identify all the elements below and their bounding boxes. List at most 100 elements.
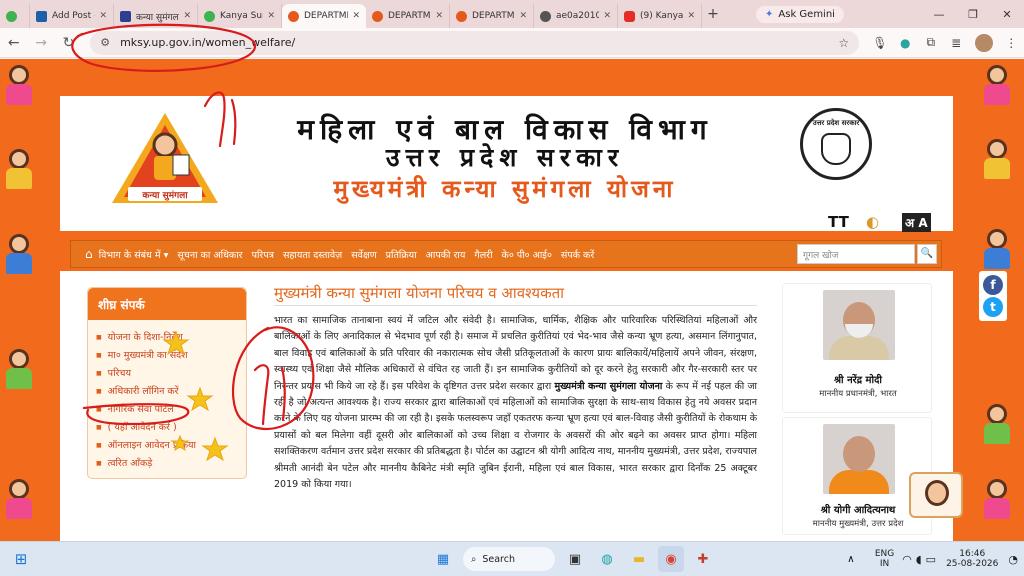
notification-bell-icon[interactable]: ◔ — [1008, 553, 1018, 566]
cm-photo — [823, 424, 895, 494]
tab-2[interactable]: कन्या सुमंगला ✕ — [114, 4, 198, 28]
link-cm-message[interactable]: मा० मुख्यमंत्री का संदेश — [96, 348, 238, 361]
widgets-icon[interactable]: ▦ — [430, 546, 456, 572]
home-icon[interactable]: ⌂ — [85, 247, 93, 261]
pm-photo — [823, 290, 895, 360]
tab-6[interactable]: DEPARTMENT ✕ — [450, 4, 534, 28]
tab-label: ae0a201052 — [556, 11, 599, 21]
close-icon[interactable]: ✕ — [352, 11, 360, 21]
twitter-icon[interactable]: t — [983, 297, 1003, 317]
ask-gemini-button[interactable]: ✦ Ask Gemini — [756, 5, 844, 23]
pm-name: श्री नरेंद्र मोदी — [833, 375, 883, 386]
site-header: कन्या सुमंगला महिला एवं बाल विकास विभाग … — [60, 96, 953, 232]
extension-drop-icon[interactable]: ● — [893, 36, 918, 50]
close-icon[interactable]: ✕ — [435, 11, 443, 21]
tab-favicon-icon — [120, 10, 131, 22]
chatbot-avatar-button[interactable] — [909, 472, 963, 518]
windows-start-icon[interactable]: ⊞ — [8, 546, 34, 572]
tab-8[interactable]: (9) Kanya Su ✕ — [618, 4, 702, 28]
reading-list-icon[interactable]: ≣ — [943, 36, 968, 50]
nav-feedback[interactable]: प्रतिक्रिया — [386, 248, 417, 261]
taskbar-search-label: Search — [482, 553, 515, 565]
tab-1[interactable]: Add Post ‹ ✕ — [30, 4, 114, 28]
tab-7[interactable]: ae0a201052 ✕ — [534, 4, 618, 28]
back-icon[interactable]: ← — [0, 35, 27, 51]
link-quick-stats[interactable]: त्वरित आँकड़े — [96, 456, 238, 469]
tab-3[interactable]: Kanya Sumangala ✕ — [198, 4, 282, 28]
nav-rti[interactable]: सूचना का अधिकार — [177, 248, 242, 261]
restore-icon[interactable]: ❐ — [956, 8, 990, 21]
nav-your-opinion[interactable]: आपकी राय — [426, 248, 466, 261]
reload-icon[interactable]: ↻ — [55, 35, 82, 51]
link-guidelines[interactable]: योजना के दिशा-निर्देश — [96, 330, 238, 343]
link-online-process[interactable]: ऑनलाइन आवेदन प्रक्रिया — [96, 438, 238, 451]
main-paragraph: भारत का सामाजिक तानाबाना स्वयं में जटिल … — [274, 313, 757, 493]
quick-contact-title: शीघ्र संपर्क — [88, 288, 246, 320]
menu-kebab-icon[interactable]: ⋮ — [999, 36, 1024, 50]
microphone-icon[interactable]: 🎙 — [867, 36, 892, 50]
kid-mascot-icon — [980, 65, 1014, 105]
contrast-icon[interactable]: ◐ — [866, 213, 879, 231]
close-icon[interactable]: ✕ — [519, 11, 527, 21]
forward-icon[interactable]: → — [27, 35, 54, 51]
tab-label: DEPARTMENT — [304, 11, 348, 21]
browser-tab-bar: Add Post ‹ ✕ कन्या सुमंगला ✕ Kanya Suman… — [0, 0, 1024, 28]
nav-help-documents[interactable]: सहायता दस्तावेज़ — [283, 248, 342, 261]
kid-mascot-icon — [2, 234, 36, 274]
chrome-browser-icon[interactable]: ◉ — [658, 546, 684, 572]
tab-4-active[interactable]: DEPARTMENT ✕ — [282, 4, 366, 28]
tab-5[interactable]: DEPARTMENT ✕ — [366, 4, 450, 28]
clock[interactable]: 16:46 25-08-2026 — [946, 549, 998, 569]
battery-icon[interactable]: ▭ — [926, 553, 936, 566]
close-icon[interactable]: ✕ — [99, 11, 107, 21]
tab-favicon-icon — [372, 10, 383, 22]
nav-kpi[interactable]: के० पी० आई० — [502, 248, 552, 261]
chatbot-face-icon — [925, 480, 949, 506]
extensions-puzzle-icon[interactable]: ⧉ — [918, 35, 943, 50]
url-text[interactable]: mksy.up.gov.in/women_welfare/ — [120, 36, 838, 49]
tray-chevron-up-icon[interactable]: ∧ — [838, 546, 864, 572]
clock-date: 25-08-2026 — [946, 559, 999, 569]
profile-avatar[interactable] — [974, 33, 993, 52]
close-icon[interactable]: ✕ — [267, 11, 275, 21]
edge-browser-icon[interactable]: ◍ — [594, 546, 620, 572]
volume-icon[interactable]: ◖ — [916, 553, 922, 566]
nav-gallery[interactable]: गैलरी — [474, 248, 492, 261]
close-icon[interactable]: ✕ — [603, 11, 611, 21]
site-info-icon[interactable]: ⚙ — [100, 36, 110, 49]
file-explorer-icon[interactable]: ▬ — [626, 546, 652, 572]
language-top: ENG — [874, 549, 895, 559]
google-search-input[interactable]: गूगल खोज — [797, 244, 915, 264]
search-icon[interactable]: 🔍 — [917, 244, 937, 264]
kid-mascot-icon — [980, 404, 1014, 444]
gemini-sparkle-icon: ✦ — [765, 8, 774, 20]
close-icon[interactable]: ✕ — [687, 11, 695, 21]
ask-gemini-label: Ask Gemini — [778, 8, 835, 20]
address-bar[interactable]: ⚙ mksy.up.gov.in/women_welfare/ ☆ — [90, 30, 860, 55]
bookmark-star-icon[interactable]: ☆ — [838, 36, 849, 50]
link-officer-login[interactable]: अधिकारी लॉगिन करें — [96, 384, 238, 397]
new-tab-button[interactable]: + — [702, 6, 724, 22]
website-viewport: कन्या सुमंगला महिला एवं बाल विकास विभाग … — [0, 59, 1024, 541]
minimize-icon[interactable]: — — [922, 8, 956, 21]
close-window-icon[interactable]: ✕ — [990, 8, 1024, 21]
task-view-icon[interactable]: ▣ — [562, 546, 588, 572]
nav-about-department[interactable]: विभाग के संबंध में ▾ — [99, 248, 169, 261]
wifi-icon[interactable]: ◠ — [902, 553, 912, 566]
close-icon[interactable]: ✕ — [183, 11, 191, 21]
kanya-sumangala-logo[interactable]: कन्या सुमंगला — [110, 111, 220, 211]
tab-0[interactable] — [0, 4, 30, 28]
facebook-icon[interactable]: f — [983, 275, 1003, 295]
nav-circulars[interactable]: परिपत्र — [252, 248, 274, 261]
main-heading: मुख्यमंत्री कन्या सुमंगला योजना परिचय व … — [274, 284, 565, 302]
link-citizen-portal[interactable]: नागरिक सेवा पोर्टल — [96, 402, 238, 415]
link-apply-here[interactable]: ( यहाँ आवेदन करें ) — [96, 420, 238, 433]
font-size-icon[interactable]: TT — [828, 213, 849, 231]
language-toggle-icon[interactable]: अ A — [902, 213, 931, 232]
nav-contact[interactable]: संपर्क करें — [561, 248, 594, 261]
app-pinned-icon[interactable]: ✚ — [690, 546, 716, 572]
taskbar-search[interactable]: ⌕ Search — [463, 547, 555, 571]
language-indicator[interactable]: ENG IN — [875, 549, 894, 569]
nav-survey[interactable]: सर्वेक्षण — [351, 248, 376, 261]
link-introduction[interactable]: परिचय — [96, 366, 238, 379]
